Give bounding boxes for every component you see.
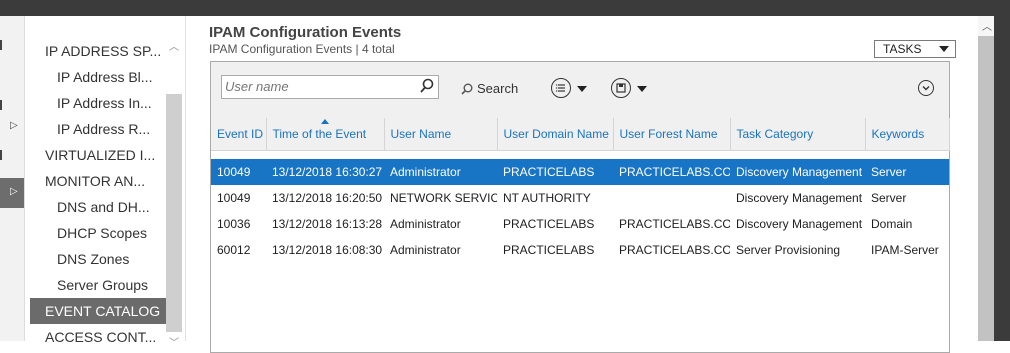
column-header-task-category[interactable]: Task Category bbox=[730, 118, 866, 151]
cell-time: 13/12/2018 16:13:28 bbox=[272, 217, 383, 231]
cell-task-category: Discovery Management bbox=[736, 217, 863, 231]
cell-event-id: 10049 bbox=[217, 191, 251, 205]
cell-user-domain: PRACTICELABS bbox=[503, 243, 595, 257]
scroll-up-icon[interactable]: ︿ bbox=[169, 38, 179, 53]
scrollbar-thumb[interactable] bbox=[166, 94, 182, 332]
table-row[interactable]: 60012 13/12/2018 16:08:30 Administrator … bbox=[211, 237, 949, 263]
cell-user-forest: PRACTICELABS.COM bbox=[613, 159, 730, 185]
cell-user-domain: PRACTICELABS bbox=[497, 159, 613, 185]
main-scrollbar[interactable]: ︿ bbox=[978, 16, 994, 341]
table-spacer bbox=[211, 151, 949, 160]
cell-user-name: Administrator bbox=[390, 217, 461, 231]
nav-item-monitor[interactable]: MONITOR AN... bbox=[45, 168, 165, 194]
tasks-label: TASKS bbox=[883, 42, 922, 56]
cell-task-category: Discovery Management bbox=[736, 191, 863, 205]
cell-user-forest bbox=[613, 185, 730, 211]
cell-user-name: Administrator bbox=[384, 159, 497, 185]
scroll-up-icon[interactable]: ︿ bbox=[982, 18, 992, 33]
selected-tree-node[interactable]: ▷ bbox=[0, 178, 24, 208]
tree-line bbox=[0, 150, 6, 160]
search-icon[interactable] bbox=[420, 78, 434, 94]
nav-item-ip-address-inventory[interactable]: IP Address In... bbox=[57, 90, 165, 116]
cell-user-name: NETWORK SERVICE bbox=[390, 191, 497, 205]
nav-item-dns-zones[interactable]: DNS Zones bbox=[57, 246, 165, 272]
list-view-icon[interactable] bbox=[551, 78, 571, 98]
nav-item-ip-address-space[interactable]: IP ADDRESS SP... bbox=[45, 38, 165, 64]
column-header-keywords[interactable]: Keywords bbox=[865, 118, 950, 151]
sidebar-nav: IP ADDRESS SP... IP Address Bl... IP Add… bbox=[25, 16, 185, 345]
table-spacer-cell bbox=[211, 151, 949, 160]
column-header-user-forest[interactable]: User Forest Name bbox=[613, 118, 731, 151]
column-header-event-id[interactable]: Event ID bbox=[211, 118, 267, 151]
cell-time: 13/12/2018 16:20:50 bbox=[272, 191, 383, 205]
cell-keywords: Server bbox=[865, 159, 949, 185]
search-input[interactable] bbox=[222, 76, 415, 96]
chevron-down-icon[interactable] bbox=[637, 86, 647, 92]
sort-ascending-icon bbox=[320, 119, 329, 124]
cell-event-id: 10049 bbox=[211, 159, 266, 185]
nav-item-dhcp-scopes[interactable]: DHCP Scopes bbox=[57, 220, 165, 246]
page-subtitle: IPAM Configuration Events | 4 total bbox=[209, 42, 395, 56]
nav-item-ip-address-range[interactable]: IP Address R... bbox=[57, 116, 165, 142]
tree-line bbox=[0, 40, 6, 50]
cell-time: 13/12/2018 16:08:30 bbox=[272, 243, 383, 257]
nav-item-ip-address-blocks[interactable]: IP Address Bl... bbox=[57, 64, 165, 90]
console-tree-edge: ▷ ▷ bbox=[0, 16, 25, 341]
events-panel: Search Event ID Time of the Event bbox=[210, 61, 950, 353]
expand-arrow-icon[interactable]: ▷ bbox=[10, 186, 18, 197]
cell-task-category: Discovery Management bbox=[730, 159, 865, 185]
cell-user-forest: PRACTICELABS.COM bbox=[619, 243, 730, 257]
events-table: Event ID Time of the Event User Name Use… bbox=[211, 118, 950, 263]
cell-task-category: Server Provisioning bbox=[736, 243, 841, 257]
chevron-down-icon[interactable] bbox=[577, 86, 587, 92]
table-row[interactable]: 10049 13/12/2018 16:30:27 Administrator … bbox=[211, 159, 949, 185]
expand-arrow-icon[interactable]: ▷ bbox=[10, 120, 18, 131]
scrollbar-thumb[interactable] bbox=[978, 36, 994, 341]
cell-keywords: IPAM-Server bbox=[871, 243, 939, 257]
cell-time: 13/12/2018 16:30:27 bbox=[266, 159, 384, 185]
search-field[interactable] bbox=[221, 75, 439, 99]
window-title-bar bbox=[0, 0, 1010, 16]
cell-user-domain: PRACTICELABS bbox=[503, 217, 595, 231]
save-icon[interactable] bbox=[611, 78, 631, 98]
cell-keywords: Server bbox=[871, 191, 907, 205]
cell-event-id: 10036 bbox=[217, 217, 251, 231]
search-icon bbox=[461, 83, 473, 95]
cell-user-name: Administrator bbox=[390, 243, 461, 257]
table-row[interactable]: 10036 13/12/2018 16:13:28 Administrator … bbox=[211, 211, 949, 237]
cell-user-domain: NT AUTHORITY bbox=[503, 191, 591, 205]
table-row[interactable]: 10049 13/12/2018 16:20:50 NETWORK SERVIC… bbox=[211, 185, 949, 211]
nav-item-dns-and-dhcp[interactable]: DNS and DH... bbox=[57, 194, 165, 220]
filter-toolbar: Search bbox=[211, 62, 949, 118]
column-header-user-domain[interactable]: User Domain Name bbox=[497, 118, 614, 151]
nav-item-access-control[interactable]: ACCESS CONT... bbox=[45, 324, 165, 350]
page-title: IPAM Configuration Events bbox=[209, 24, 402, 41]
tasks-dropdown[interactable]: TASKS bbox=[874, 40, 956, 58]
sidebar-scrollbar[interactable]: ︿ ﹀ bbox=[166, 16, 182, 349]
main-content: IPAM Configuration Events IPAM Configura… bbox=[186, 16, 978, 353]
dropdown-arrow-icon bbox=[939, 46, 949, 52]
column-header-label: Time of the Event bbox=[272, 127, 367, 141]
column-header-user-name[interactable]: User Name bbox=[384, 118, 498, 151]
column-header-time[interactable]: Time of the Event bbox=[266, 118, 385, 151]
tree-line bbox=[0, 100, 6, 110]
search-label: Search bbox=[477, 81, 519, 96]
window-edge bbox=[994, 16, 1010, 341]
scroll-down-icon[interactable]: ﹀ bbox=[169, 334, 179, 349]
nav-item-event-catalog[interactable]: EVENT CATALOG bbox=[30, 298, 181, 324]
expand-icon[interactable] bbox=[918, 80, 934, 96]
nav-item-server-groups[interactable]: Server Groups bbox=[57, 272, 165, 298]
cell-keywords: Domain bbox=[871, 217, 913, 231]
cell-user-forest: PRACTICELABS.COM bbox=[619, 217, 730, 231]
nav-item-virtualized[interactable]: VIRTUALIZED I... bbox=[45, 142, 165, 168]
cell-event-id: 60012 bbox=[217, 243, 251, 257]
search-button[interactable]: Search bbox=[461, 81, 518, 96]
